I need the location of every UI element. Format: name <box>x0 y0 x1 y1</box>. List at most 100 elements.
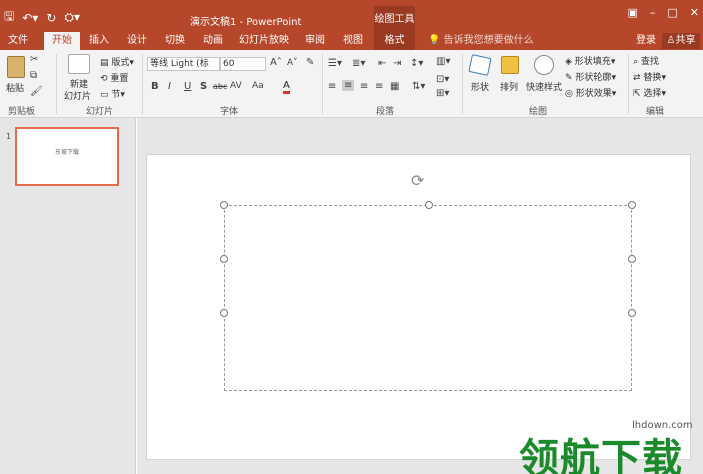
slide-canvas[interactable]: ⟳ <box>146 154 691 460</box>
resize-handle[interactable] <box>628 309 636 317</box>
replace-label: 替换 <box>643 73 662 83</box>
tab-view[interactable]: 视图 <box>336 32 370 50</box>
layout-icon: ▤ <box>100 58 109 68</box>
new-slide-icon[interactable] <box>68 54 90 74</box>
redo-icon[interactable]: ↻ <box>46 11 56 25</box>
numbering-icon[interactable]: ≣▾ <box>352 58 365 69</box>
reset-button[interactable]: ⟲ 重置 <box>100 71 128 84</box>
restore-icon[interactable]: □ <box>667 6 677 19</box>
slides-group-label: 幻灯片 <box>86 107 114 117</box>
tell-me-search[interactable]: 💡 告诉我您想要做什么 <box>428 32 534 50</box>
align-right-icon[interactable]: ≡ <box>360 81 368 92</box>
replace-icon: ⇄ <box>633 73 641 83</box>
shapes-icon[interactable] <box>468 54 492 76</box>
align-left-icon[interactable]: ≡ <box>328 81 336 92</box>
slide-thumbnail[interactable]: 东坡下载 <box>15 127 119 186</box>
save-icon[interactable]: 🖫 <box>4 7 14 28</box>
rotate-handle-icon[interactable]: ⟳ <box>411 171 424 190</box>
tab-review[interactable]: 审阅 <box>298 32 332 50</box>
shape-fill-button[interactable]: ◈ 形状填充▾ <box>565 54 615 67</box>
ribbon-display-icon[interactable]: ▣ <box>627 6 637 19</box>
paste-icon[interactable] <box>7 56 25 78</box>
tab-transitions[interactable]: 切换 <box>158 32 192 50</box>
resize-handle[interactable] <box>220 309 228 317</box>
font-name-combo[interactable]: 等线 Light (标 <box>147 57 220 71</box>
new-slide-label-2[interactable]: 幻灯片 <box>64 89 91 102</box>
font-group-label: 字体 <box>220 107 239 117</box>
shadow-button[interactable]: S <box>200 81 207 92</box>
pen-icon: ✎ <box>565 73 573 83</box>
quick-styles-icon[interactable] <box>534 55 554 75</box>
tab-animations[interactable]: 动画 <box>196 32 230 50</box>
shape-effects-label: 形状效果 <box>575 89 612 99</box>
shape-outline-button[interactable]: ✎ 形状轮廓▾ <box>565 70 616 83</box>
resize-handle[interactable] <box>220 201 228 209</box>
section-button[interactable]: ▭ 节▾ <box>100 87 125 100</box>
bold-button[interactable]: B <box>151 81 159 92</box>
resize-handle[interactable] <box>628 201 636 209</box>
resize-handle[interactable] <box>425 201 433 209</box>
section-icon: ▭ <box>100 90 109 100</box>
line-spacing-icon[interactable]: ↕▾ <box>410 58 423 69</box>
customize-icon[interactable]: ⛭▾ <box>64 10 80 25</box>
clear-format-icon[interactable]: ✎ <box>306 57 314 68</box>
underline-button[interactable]: U <box>184 81 191 92</box>
arrange-button[interactable]: 排列 <box>500 80 518 93</box>
selected-text-box[interactable] <box>220 201 636 391</box>
layout-button[interactable]: ▤ 版式▾ <box>100 55 134 68</box>
justify-icon[interactable]: ≡ <box>375 81 383 92</box>
increase-indent-icon[interactable]: ⇥ <box>393 58 401 69</box>
separator <box>322 54 323 114</box>
select-button[interactable]: ⇱ 选择▾ <box>633 86 666 99</box>
shapes-button[interactable]: 形状 <box>471 80 489 93</box>
find-button[interactable]: ⌕ 查找 <box>633 54 659 67</box>
tab-home[interactable]: 开始 <box>44 32 80 50</box>
slide-number: 1 <box>6 132 12 141</box>
tab-format[interactable]: 格式 <box>374 32 415 50</box>
resize-handle[interactable] <box>220 255 228 263</box>
align-center-icon[interactable]: ≡ <box>342 80 355 91</box>
quick-styles-button[interactable]: 快速样式 <box>526 80 562 93</box>
tab-insert[interactable]: 插入 <box>82 32 116 50</box>
change-case-button[interactable]: Aa <box>252 81 264 91</box>
font-color-button[interactable]: A <box>283 80 290 94</box>
ribbon-tabs: 文件 开始 插入 设计 切换 动画 幻灯片放映 审阅 视图 格式 💡 告诉我您想… <box>0 32 703 50</box>
distribute-icon[interactable]: ▦ <box>390 81 399 92</box>
share-button[interactable]: ♙共享 <box>662 33 700 49</box>
shape-fill-label: 形状填充 <box>574 57 611 67</box>
decrease-indent-icon[interactable]: ⇤ <box>378 58 386 69</box>
bullets-icon[interactable]: ☰▾ <box>328 58 342 69</box>
grow-font-icon[interactable]: A˄ <box>270 57 282 68</box>
tab-design[interactable]: 设计 <box>120 32 154 50</box>
drawing-tools-label: 绘图工具 <box>374 6 415 32</box>
font-size-combo[interactable]: 60 <box>220 57 266 71</box>
reset-label: 重置 <box>110 74 129 84</box>
columns-icon[interactable]: ▥▾ <box>436 56 450 67</box>
tab-slideshow[interactable]: 幻灯片放映 <box>236 32 292 50</box>
replace-button[interactable]: ⇄ 替换▾ <box>633 70 666 83</box>
cursor-icon: ⇱ <box>633 89 641 99</box>
close-icon[interactable]: ✕ <box>690 6 699 19</box>
strikethrough-button[interactable]: abc <box>213 82 227 91</box>
format-painter-icon[interactable]: 🖌 <box>30 86 43 97</box>
align-text-icon[interactable]: ⊡▾ <box>436 74 449 85</box>
resize-handle[interactable] <box>628 255 636 263</box>
paste-button[interactable]: 粘贴 <box>6 81 24 94</box>
ribbon: 粘贴 ✂ ⧉ 🖌 剪贴板 新建 幻灯片 ▤ 版式▾ ⟲ 重置 ▭ 节▾ 幻灯片 … <box>0 50 703 118</box>
shrink-font-icon[interactable]: A˅ <box>287 58 298 68</box>
text-direction-icon[interactable]: ⇅▾ <box>412 81 425 92</box>
cut-icon[interactable]: ✂ <box>30 54 38 65</box>
tell-me-text: 告诉我您想要做什么 <box>443 35 534 46</box>
minimize-icon[interactable]: – <box>650 6 656 19</box>
italic-button[interactable]: I <box>168 81 171 92</box>
login-link[interactable]: 登录 <box>636 32 656 50</box>
shape-effects-button[interactable]: ◎ 形状效果▾ <box>565 86 616 99</box>
copy-icon[interactable]: ⧉ <box>30 70 37 81</box>
reset-icon: ⟲ <box>100 74 108 84</box>
tab-file[interactable]: 文件 <box>0 32 36 50</box>
smartart-icon[interactable]: ⊞▾ <box>436 88 449 99</box>
char-spacing-button[interactable]: AV <box>230 81 242 91</box>
undo-icon[interactable]: ↶▾ <box>22 11 38 25</box>
arrange-icon[interactable] <box>501 56 519 74</box>
paint-bucket-icon: ◈ <box>565 57 572 67</box>
